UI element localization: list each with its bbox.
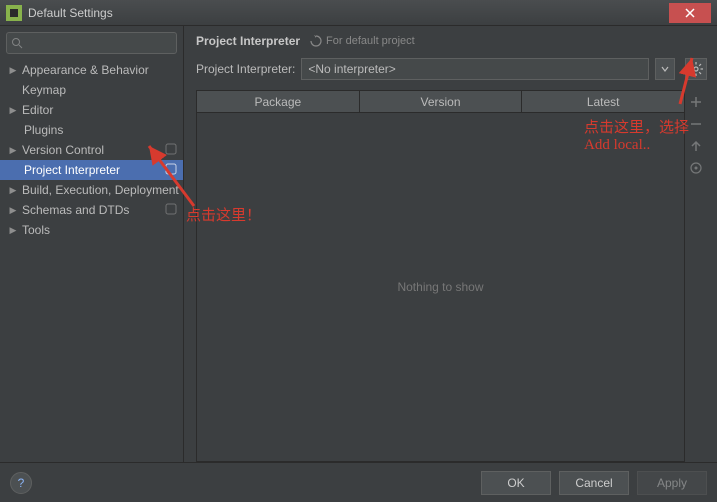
- interpreter-combo[interactable]: <No interpreter>: [301, 58, 649, 80]
- for-default-project: For default project: [310, 35, 415, 47]
- sidebar-item-project-interpreter[interactable]: Project Interpreter: [0, 160, 183, 180]
- sidebar-item-label: Appearance & Behavior: [22, 63, 149, 77]
- sidebar-item-schemas[interactable]: ▶Schemas and DTDs: [0, 200, 183, 220]
- ok-button[interactable]: OK: [481, 471, 551, 495]
- search-icon: [11, 37, 23, 49]
- minus-icon: [689, 117, 703, 131]
- col-package[interactable]: Package: [197, 91, 360, 112]
- show-paths-button[interactable]: [686, 158, 706, 178]
- remove-package-button[interactable]: [686, 114, 706, 134]
- app-icon: [6, 5, 22, 21]
- empty-text: Nothing to show: [397, 280, 483, 294]
- gear-icon: [689, 62, 703, 76]
- help-icon: ?: [18, 476, 25, 490]
- subtitle-text: For default project: [326, 35, 415, 47]
- sidebar-item-label: Schemas and DTDs: [22, 203, 129, 217]
- sidebar-item-tools[interactable]: ▶Tools: [0, 220, 183, 240]
- project-badge-icon: [165, 143, 177, 158]
- close-button[interactable]: [669, 3, 711, 23]
- window-title: Default Settings: [28, 6, 669, 20]
- sidebar-item-label: Version Control: [22, 143, 104, 157]
- up-arrow-icon: [689, 139, 703, 153]
- interpreter-dropdown-button[interactable]: [655, 58, 675, 80]
- col-latest[interactable]: Latest: [522, 91, 684, 112]
- interpreter-value: <No interpreter>: [308, 62, 642, 76]
- add-package-button[interactable]: [686, 92, 706, 112]
- chevron-down-icon: [661, 65, 669, 73]
- cancel-button[interactable]: Cancel: [559, 471, 629, 495]
- sidebar-item-label: Plugins: [24, 123, 63, 137]
- reset-icon: [310, 35, 322, 47]
- apply-button[interactable]: Apply: [637, 471, 707, 495]
- interpreter-settings-button[interactable]: [685, 58, 707, 80]
- project-badge-icon: [165, 163, 177, 178]
- sidebar-item-label: Build, Execution, Deployment: [22, 183, 179, 197]
- upgrade-package-button[interactable]: [686, 136, 706, 156]
- search-field[interactable]: [6, 32, 177, 54]
- settings-main: Project Interpreter For default project …: [184, 26, 717, 462]
- sidebar-item-label: Tools: [22, 223, 50, 237]
- sidebar-item-version-control[interactable]: ▶Version Control: [0, 140, 183, 160]
- titlebar: Default Settings: [0, 0, 717, 26]
- interpreter-label: Project Interpreter:: [196, 62, 295, 76]
- interpreter-row: Project Interpreter: <No interpreter>: [196, 58, 707, 80]
- filter-icon: [689, 161, 703, 175]
- settings-sidebar: ▶Appearance & Behavior Keymap ▶Editor Pl…: [0, 26, 184, 462]
- sidebar-item-build[interactable]: ▶Build, Execution, Deployment: [0, 180, 183, 200]
- sidebar-item-appearance[interactable]: ▶Appearance & Behavior: [0, 60, 183, 80]
- page-title: Project Interpreter: [196, 34, 300, 48]
- dialog-footer: ? OK Cancel Apply: [0, 462, 717, 502]
- sidebar-item-editor[interactable]: ▶Editor: [0, 100, 183, 120]
- package-tools: [685, 90, 707, 462]
- sidebar-item-label: Project Interpreter: [24, 163, 120, 177]
- col-version[interactable]: Version: [360, 91, 523, 112]
- sidebar-item-plugins[interactable]: Plugins: [0, 120, 183, 140]
- table-header: Package Version Latest: [197, 91, 684, 113]
- packages-table: Package Version Latest Nothing to show: [196, 90, 685, 462]
- sidebar-item-label: Editor: [22, 103, 53, 117]
- plus-icon: [689, 95, 703, 109]
- settings-tree: ▶Appearance & Behavior Keymap ▶Editor Pl…: [0, 60, 183, 240]
- page-header: Project Interpreter For default project: [196, 34, 707, 48]
- project-badge-icon: [165, 203, 177, 218]
- help-button[interactable]: ?: [10, 472, 32, 494]
- search-input[interactable]: [27, 37, 172, 49]
- sidebar-item-keymap[interactable]: Keymap: [0, 80, 183, 100]
- sidebar-item-label: Keymap: [22, 83, 66, 97]
- table-body-empty: Nothing to show: [197, 113, 684, 461]
